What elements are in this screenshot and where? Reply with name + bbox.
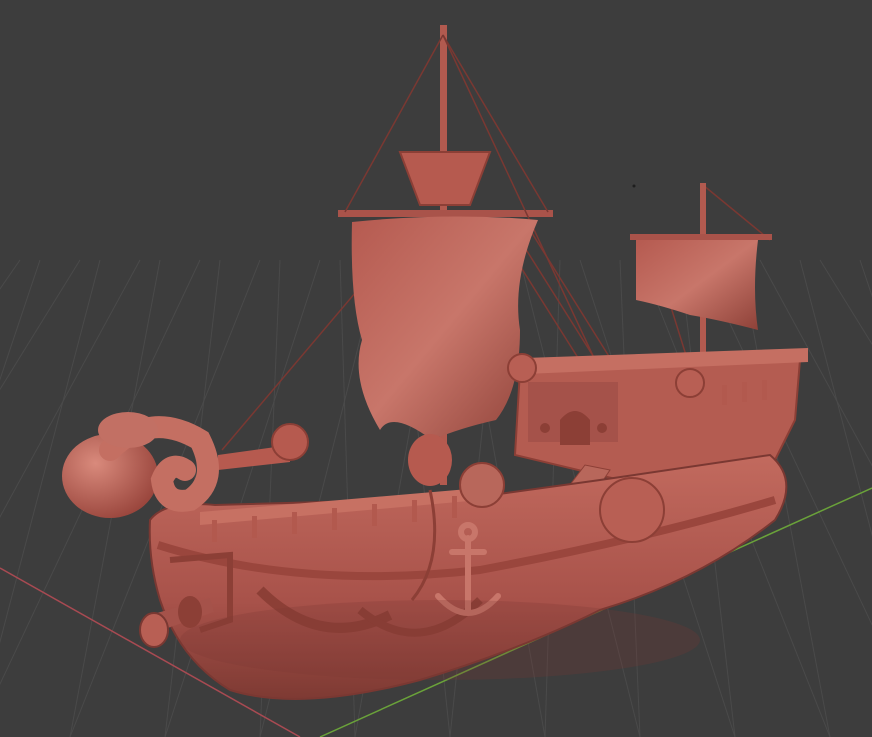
porthole [540,423,550,433]
cabin-door [560,411,590,445]
rear-yard [630,234,772,240]
vertex-dot [632,184,636,188]
hull-shadow [180,600,700,680]
grid-line [799,259,872,537]
stern-wheel [599,477,665,543]
3d-viewport[interactable] [0,0,872,737]
grid-line [859,259,872,298]
stern-post [675,368,705,398]
grid-line [0,259,41,381]
mast-drum [408,434,452,486]
bow-post [271,423,309,461]
ship-model[interactable] [62,25,808,700]
crows-nest [398,151,492,206]
viewport-canvas[interactable] [0,0,872,737]
grid-line [0,259,81,391]
grid-line [819,259,872,346]
cannon-muzzle [139,612,169,648]
figurehead-horn-top [98,412,158,448]
rear-sail [636,240,758,330]
porthole [597,423,607,433]
cannon-mount [178,596,202,628]
main-yard [338,210,553,217]
barrel [459,462,505,508]
stern-post [507,353,537,383]
main-sail [351,216,538,440]
